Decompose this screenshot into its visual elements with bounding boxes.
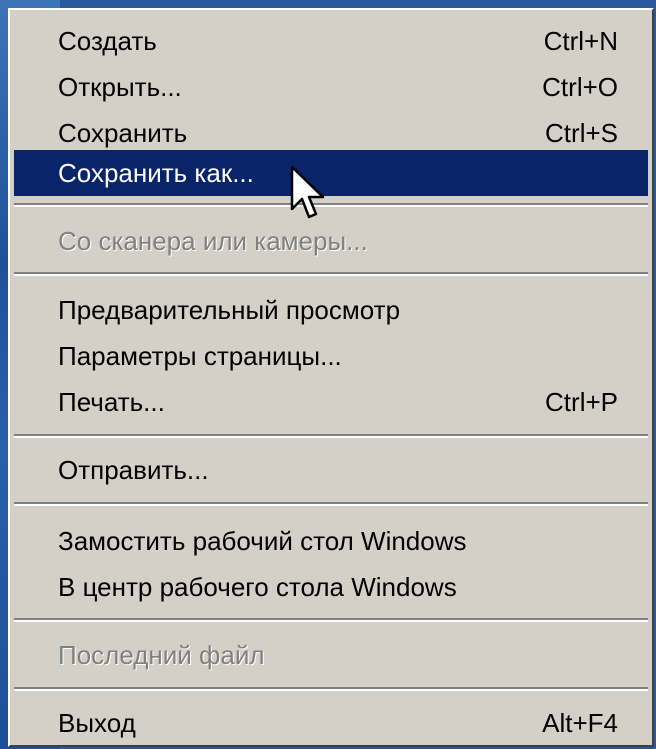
menu-item-label: В центр рабочего стола Windows — [58, 572, 457, 602]
menu-item-label: Отправить... — [58, 455, 209, 485]
menu-item-label: Параметры страницы... — [58, 341, 342, 371]
menu-item-exit[interactable]: Выход Alt+F4 — [14, 700, 648, 746]
menu-item-shortcut: Ctrl+O — [542, 72, 618, 102]
menu-item-label: Открыть... — [58, 72, 182, 102]
menu-separator — [14, 618, 648, 622]
menu-item-label: Печать... — [58, 387, 165, 417]
menu-item-label: Предварительный просмотр — [58, 295, 401, 325]
menu-item-label: Выход — [58, 708, 136, 738]
menu-item-label: Замостить рабочий стол Windows — [58, 526, 467, 556]
menu-separator — [14, 203, 648, 207]
menu-item-recent-file: Последний файл — [14, 632, 648, 678]
arrow-pointer-icon — [290, 165, 325, 219]
menu-item-tile-wallpaper[interactable]: Замостить рабочий стол Windows — [14, 518, 648, 564]
menu-item-shortcut: Ctrl+P — [545, 387, 618, 417]
menu-item-open[interactable]: Открыть... Ctrl+O — [14, 64, 648, 110]
menu-item-shortcut: Alt+F4 — [542, 708, 618, 738]
menu-item-label: Последний файл — [58, 640, 265, 670]
menu-item-send[interactable]: Отправить... — [14, 447, 648, 493]
menu-item-from-scanner: Со сканера или камеры... — [14, 218, 648, 264]
file-menu: Создать Ctrl+N Открыть... Ctrl+O Сохрани… — [8, 8, 654, 747]
menu-item-print-preview[interactable]: Предварительный просмотр — [14, 287, 648, 333]
menu-item-print[interactable]: Печать... Ctrl+P — [14, 379, 648, 425]
menu-separator — [14, 272, 648, 276]
menu-item-shortcut: Ctrl+N — [543, 26, 618, 56]
menu-item-page-setup[interactable]: Параметры страницы... — [14, 333, 648, 379]
menu-separator — [14, 434, 648, 438]
menu-item-center-wallpaper[interactable]: В центр рабочего стола Windows — [14, 564, 648, 610]
menu-separator — [14, 687, 648, 691]
menu-item-label: Сохранить как... — [58, 158, 254, 188]
menu-item-label: Создать — [58, 26, 157, 56]
menu-item-save-as[interactable]: Сохранить как... — [14, 150, 648, 196]
menu-separator — [14, 502, 648, 506]
menu-item-create[interactable]: Создать Ctrl+N — [14, 18, 648, 64]
